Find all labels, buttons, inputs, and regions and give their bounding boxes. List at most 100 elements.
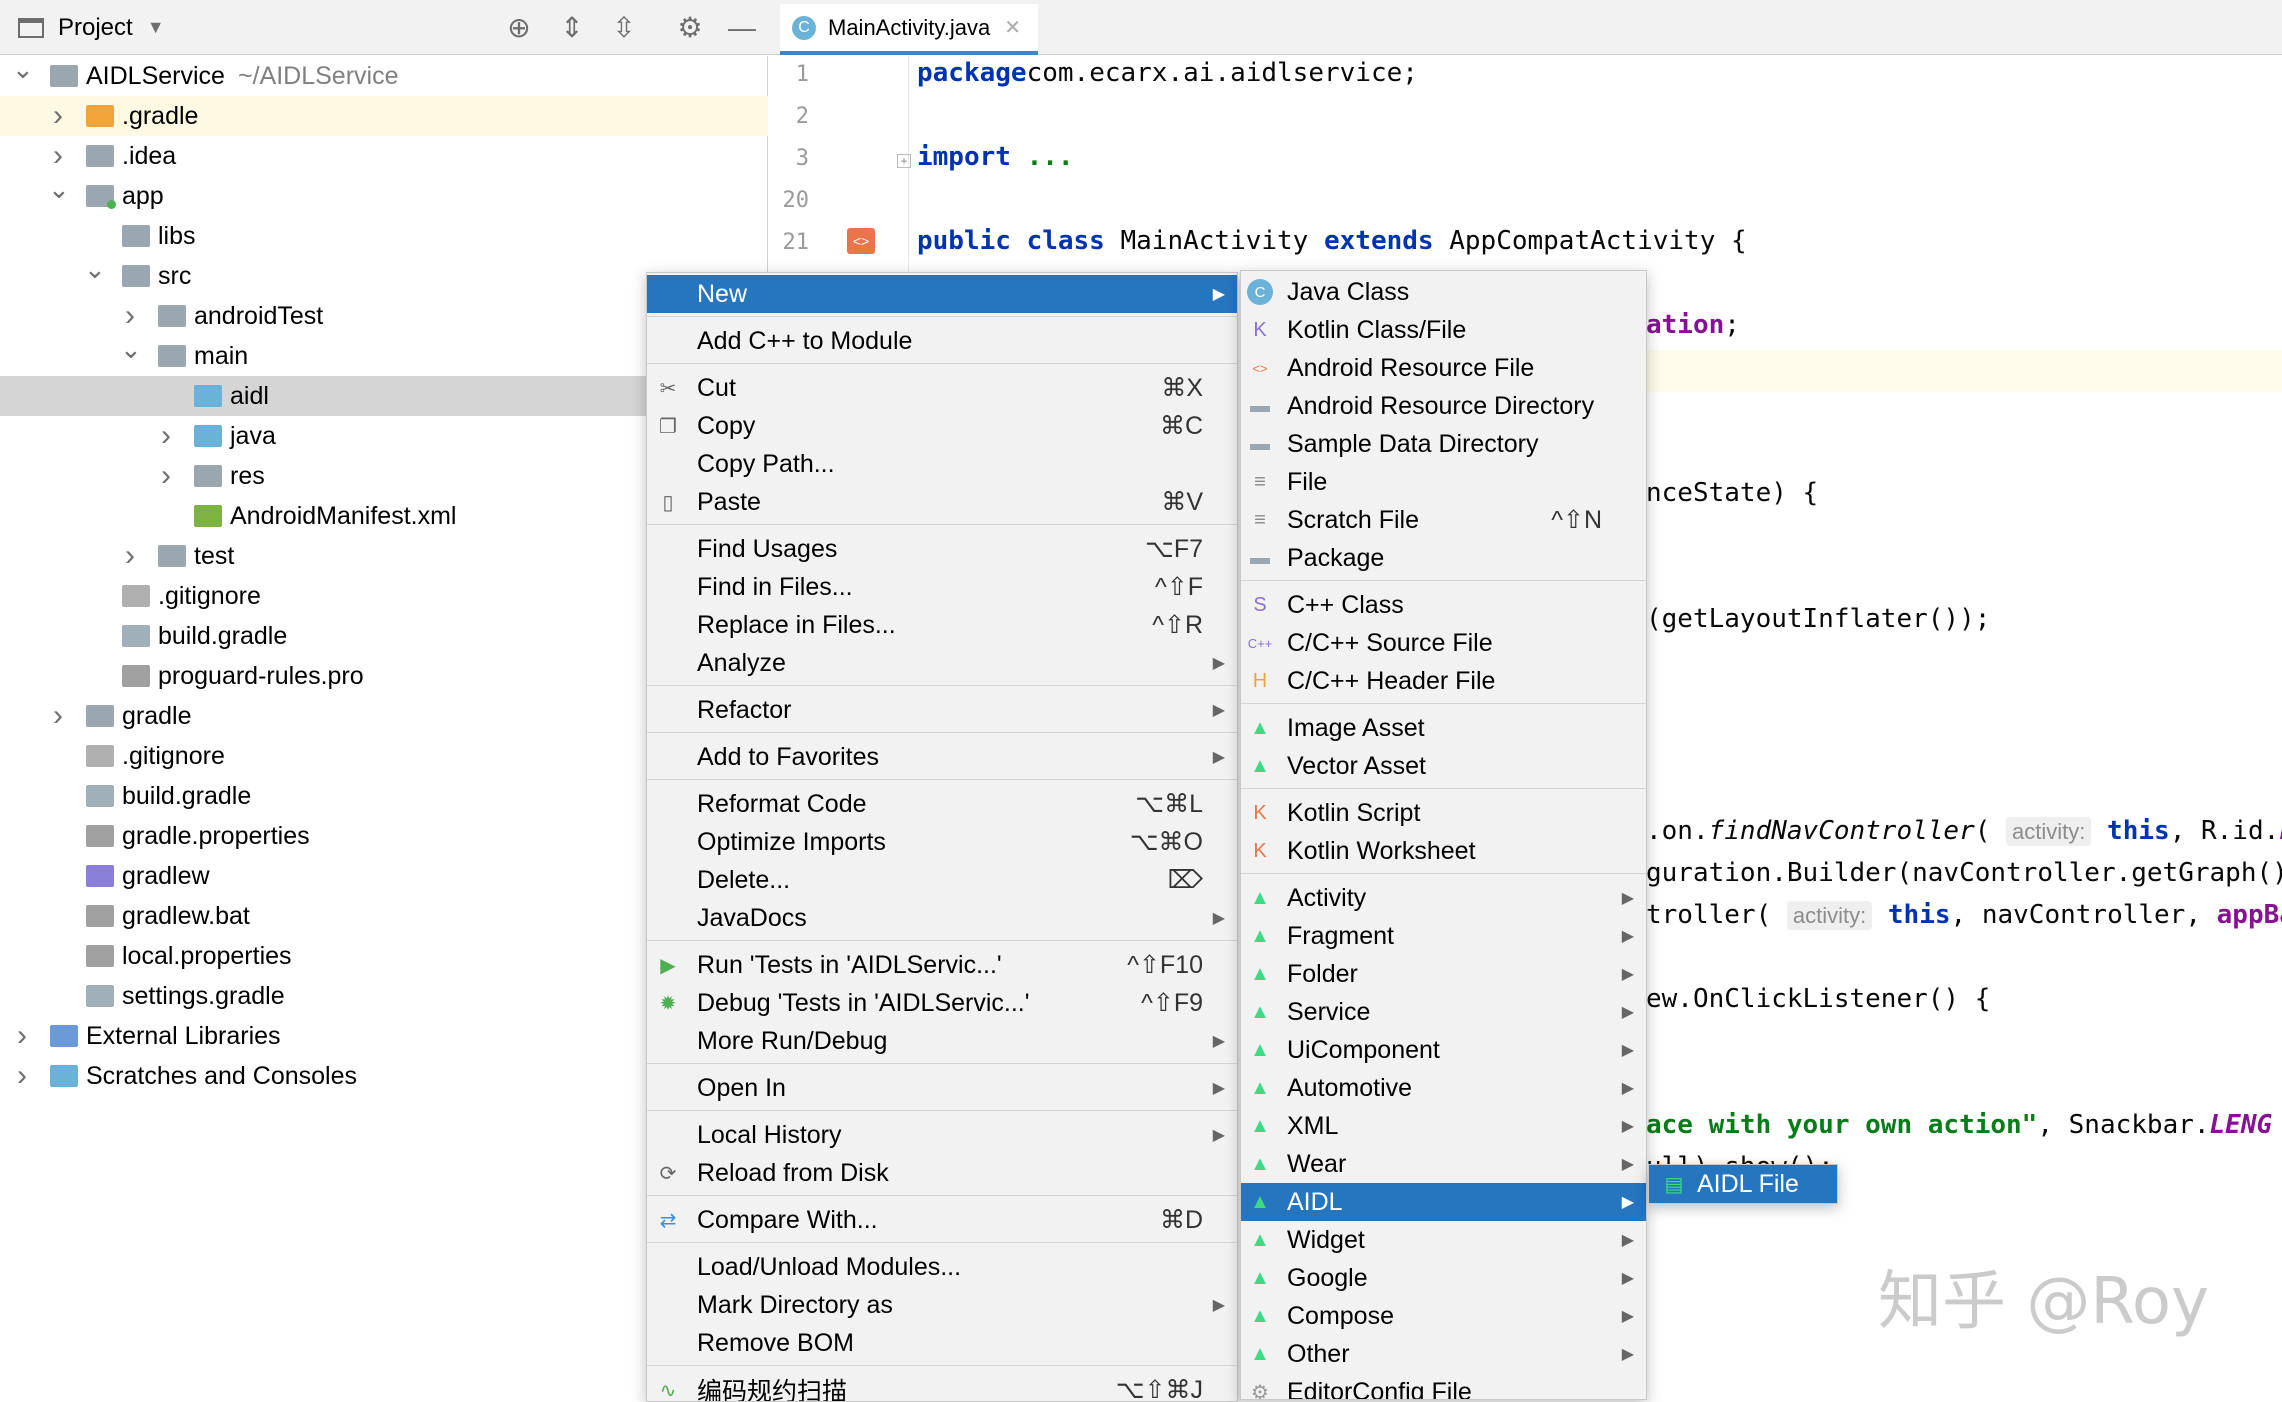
menu-item-paste[interactable]: ▯ Paste ⌘V [647,483,1237,521]
kotlin-script-icon: K [1253,801,1267,824]
menu-item-xml[interactable]: ▲ XML ▶ [1241,1107,1646,1145]
collapse-all-icon[interactable]: ⇳ [608,12,640,44]
tree-item-label: AIDLService [86,61,225,90]
chevron-right-icon[interactable]: › [120,299,140,333]
tree-item-libs[interactable]: libs [0,216,768,256]
menu-item-activity[interactable]: ▲ Activity ▶ [1241,879,1646,917]
menu-item-label: Reload from Disk [697,1158,889,1187]
menu-item-compare-with-[interactable]: ⇄ Compare With... ⌘D [647,1201,1237,1239]
menu-item-mark-directory-as[interactable]: Mark Directory as ▶ [647,1286,1237,1324]
chevron-right-icon[interactable]: › [120,539,140,573]
tab-mainactivity-java[interactable]: C MainActivity.java ✕ [780,4,1038,55]
menu-item-analyze[interactable]: Analyze ▶ [647,644,1237,682]
code-token: , R.id. [2169,816,2280,846]
menu-item-image-asset[interactable]: ▲ Image Asset [1241,709,1646,747]
menu-item-compose[interactable]: ▲ Compose ▶ [1241,1297,1646,1335]
menu-item-kotlin-script[interactable]: K Kotlin Script [1241,794,1646,832]
chevron-right-icon[interactable]: › [156,419,176,453]
menu-item-copy-path-[interactable]: Copy Path... [647,445,1237,483]
menu-item-add-c-to-module[interactable]: Add C++ to Module [647,322,1237,360]
overridden-method-icon[interactable]: <> [847,228,875,254]
menu-item-automotive[interactable]: ▲ Automotive ▶ [1241,1069,1646,1107]
menu-item-delete-[interactable]: Delete... ⌦ [647,861,1237,899]
chevron-right-icon[interactable]: › [12,1019,32,1053]
submenu-arrow-icon: ▶ [1212,702,1225,719]
menu-item-google[interactable]: ▲ Google ▶ [1241,1259,1646,1297]
menu-item-refactor[interactable]: Refactor ▶ [647,691,1237,729]
chevron-down-icon[interactable]: ⌄ [120,334,142,365]
menu-item-new[interactable]: New ▶ [647,275,1237,313]
menu-item-local-history[interactable]: Local History ▶ [647,1116,1237,1154]
menu-item--[interactable]: ∿ 编码规约扫描 ⌥⇧⌘J [647,1371,1237,1401]
menu-item-find-in-files-[interactable]: Find in Files... ^⇧F [647,568,1237,606]
menu-item-widget[interactable]: ▲ Widget ▶ [1241,1221,1646,1259]
chevron-right-icon[interactable]: › [156,459,176,493]
close-icon[interactable]: ✕ [1004,15,1021,40]
menu-item-reformat-code[interactable]: Reformat Code ⌥⌘L [647,785,1237,823]
gear-icon[interactable]: ⚙ [674,12,706,44]
tree-item--idea[interactable]: › .idea [0,136,768,176]
folder-icon: ▬ [1250,394,1270,417]
code-line-fragment: nceState) { [1646,478,1818,508]
menu-item-android-resource-file[interactable]: <> Android Resource File [1241,349,1646,387]
reload-icon: ⟳ [659,1162,677,1185]
chevron-right-icon[interactable]: › [48,699,68,733]
menu-item-reload-from-disk[interactable]: ⟳ Reload from Disk [647,1154,1237,1192]
minimize-icon[interactable]: — [726,12,758,44]
android-icon: ▲ [1250,1266,1270,1289]
menu-item-load-unload-modules-[interactable]: Load/Unload Modules... [647,1248,1237,1286]
menu-item-replace-in-files-[interactable]: Replace in Files... ^⇧R [647,606,1237,644]
menu-item-fragment[interactable]: ▲ Fragment ▶ [1241,917,1646,955]
java-class-icon: C [792,15,816,40]
menu-item-c-c-header-file[interactable]: H C/C++ Header File [1241,662,1646,700]
chevron-down-icon[interactable]: ⌄ [84,254,106,285]
chevron-down-icon[interactable]: ⌄ [48,174,70,205]
chevron-right-icon[interactable]: › [12,1059,32,1093]
menu-item-file[interactable]: ≡ File [1241,463,1646,501]
menu-item-kotlin-worksheet[interactable]: K Kotlin Worksheet [1241,832,1646,870]
menu-item-javadocs[interactable]: JavaDocs ▶ [647,899,1237,937]
chevron-right-icon[interactable]: › [48,139,68,173]
menu-item-label: Add C++ to Module [697,326,913,355]
menu-item-sample-data-directory[interactable]: ▬ Sample Data Directory [1241,425,1646,463]
menu-item-kotlin-class-file[interactable]: K Kotlin Class/File [1241,311,1646,349]
menu-item-java-class[interactable]: C Java Class [1241,273,1646,311]
menu-item-cut[interactable]: ✂ Cut ⌘X [647,369,1237,407]
chevron-right-icon[interactable]: › [48,99,68,133]
menu-item-other[interactable]: ▲ Other ▶ [1241,1335,1646,1373]
menu-item-folder[interactable]: ▲ Folder ▶ [1241,955,1646,993]
menu-item-debug-tests-in-aidlservic-[interactable]: ✹ Debug 'Tests in 'AIDLServic...' ^⇧F9 [647,984,1237,1022]
menu-item-open-in[interactable]: Open In ▶ [647,1069,1237,1107]
menu-item-aidl[interactable]: ▲ AIDL ▶ [1241,1183,1646,1221]
menu-item-add-to-favorites[interactable]: Add to Favorites ▶ [647,738,1237,776]
tree-item-app[interactable]: ⌄ app [0,174,768,216]
tree-item-label: proguard-rules.pro [158,661,364,690]
menu-item-c-class[interactable]: S C++ Class [1241,586,1646,624]
menu-item-run-tests-in-aidlservic-[interactable]: ▶ Run 'Tests in 'AIDLServic...' ^⇧F10 [647,946,1237,984]
tree-item--gradle[interactable]: › .gradle [0,96,768,136]
menu-item-optimize-imports[interactable]: Optimize Imports ⌥⌘O [647,823,1237,861]
chevron-down-icon[interactable]: ⌄ [12,54,34,85]
menu-item-label: Analyze [697,648,786,677]
menu-item-scratch-file[interactable]: ≡ Scratch File ^⇧N [1241,501,1646,539]
android-icon: ▲ [1250,1304,1270,1327]
menu-item-copy[interactable]: ❐ Copy ⌘C [647,407,1237,445]
menu-item-uicomponent[interactable]: ▲ UiComponent ▶ [1241,1031,1646,1069]
menu-item-vector-asset[interactable]: ▲ Vector Asset [1241,747,1646,785]
menu-item-aidl-file[interactable]: ▤ AIDL File [1649,1165,1837,1203]
menu-item-find-usages[interactable]: Find Usages ⌥F7 [647,530,1237,568]
project-view-selector[interactable]: Project ▼ [0,0,768,55]
expand-all-icon[interactable]: ⇕ [556,12,588,44]
menu-item-android-resource-directory[interactable]: ▬ Android Resource Directory [1241,387,1646,425]
menu-item-package[interactable]: ▬ Package [1241,539,1646,577]
menu-item-editorconfig-file[interactable]: ⚙ EditorConfig File [1241,1373,1646,1400]
menu-item-service[interactable]: ▲ Service ▶ [1241,993,1646,1031]
menu-item-more-run-debug[interactable]: More Run/Debug ▶ [647,1022,1237,1060]
menu-item-remove-bom[interactable]: Remove BOM [647,1324,1237,1362]
locate-icon[interactable]: ⊕ [503,12,535,44]
shortcut-label: ^⇧F9 [1141,989,1203,1017]
fold-icon[interactable]: + [897,154,911,168]
menu-item-c-c-source-file[interactable]: C++ C/C++ Source File [1241,624,1646,662]
menu-item-wear[interactable]: ▲ Wear ▶ [1241,1145,1646,1183]
tree-item-aidlservice[interactable]: ⌄ AIDLService ~/AIDLService [0,54,768,96]
